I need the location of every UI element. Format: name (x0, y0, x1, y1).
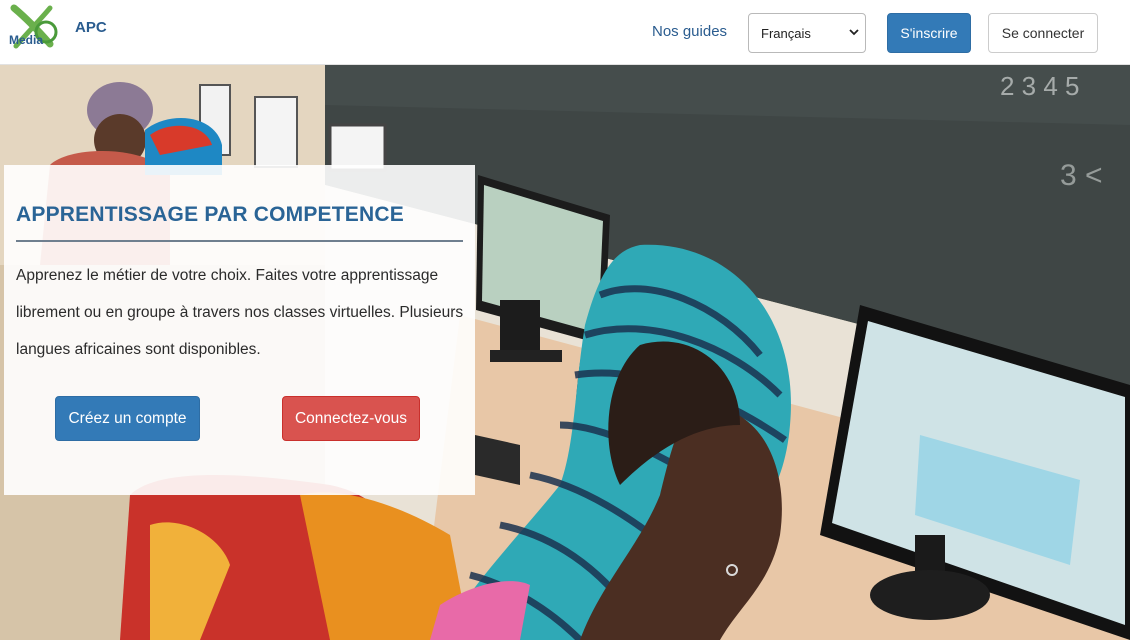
top-navbar: Media APC Nos guides Français S'inscrire… (0, 0, 1130, 65)
chevron-down-icon (849, 29, 859, 36)
svg-text:3 <: 3 < (1060, 159, 1103, 192)
language-select[interactable]: Français (748, 13, 866, 53)
signup-button[interactable]: S'inscrire (887, 13, 971, 53)
connect-button[interactable]: Connectez-vous (282, 396, 420, 441)
title-divider (16, 240, 463, 242)
hero-title: APPRENTISSAGE PAR COMPETENCE (16, 203, 404, 226)
hero-description: Apprenez le métier de votre choix. Faite… (16, 267, 464, 358)
hero-intro-panel: APPRENTISSAGE PAR COMPETENCE Apprenez le… (4, 165, 475, 495)
login-button[interactable]: Se connecter (988, 13, 1098, 53)
language-select-value: Français (761, 26, 811, 41)
brand-name[interactable]: APC (75, 19, 107, 36)
logo-lettering: Media (9, 33, 43, 47)
svg-text:2 3 4 5: 2 3 4 5 (1000, 71, 1080, 101)
media-logo-icon[interactable]: Media (6, 4, 58, 52)
create-account-button[interactable]: Créez un compte (55, 396, 200, 441)
guides-link[interactable]: Nos guides (652, 23, 727, 40)
